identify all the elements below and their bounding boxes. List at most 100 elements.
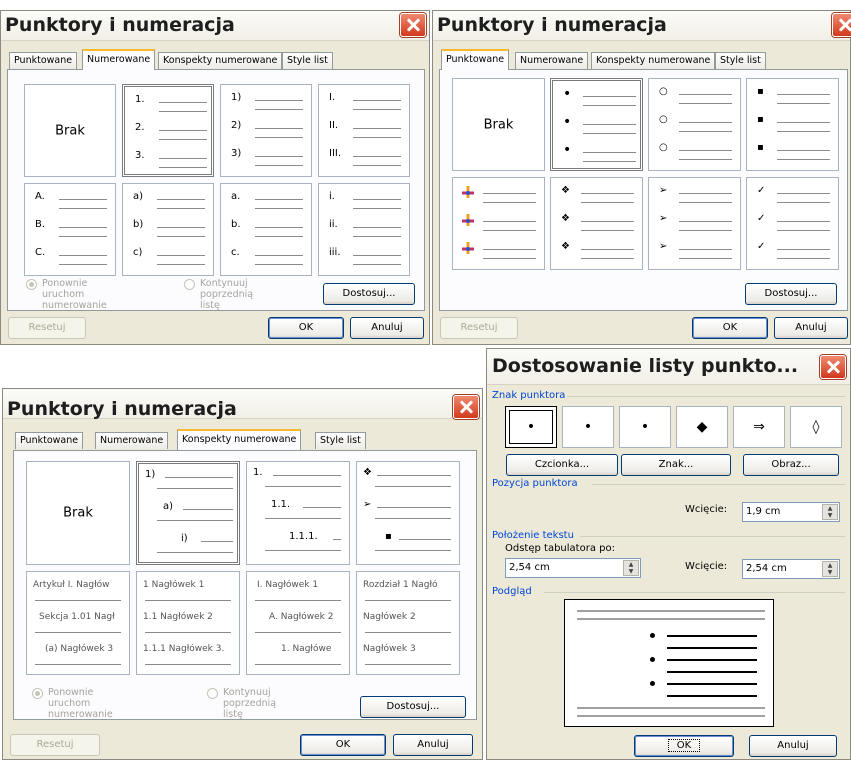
tab-numbered[interactable]: Numerowane [95,432,169,449]
none-label: Brak [63,505,93,521]
list-style-option[interactable]: 1) 2) 3) [220,84,312,177]
bullet-character-option[interactable]: • [619,406,671,448]
list-line [679,103,732,104]
tab-outline-numbered[interactable]: Konspekty numerowane [591,52,716,69]
picture-button[interactable]: Obraz... [743,454,839,476]
outline-line [145,600,231,601]
cancel-button[interactable]: Anuluj [774,317,848,339]
outline-style-option[interactable]: ❖ ➢ ▪ [356,461,460,565]
reset-button[interactable]: Resetuj [8,317,86,339]
list-style-option[interactable]: 1. 2. 3. [122,84,214,177]
outline-style-option[interactable]: 1. 1.1. 1.1.1. [246,461,350,565]
close-icon[interactable] [832,13,851,37]
cancel-button[interactable]: Anuluj [749,735,837,757]
close-icon[interactable] [453,395,479,419]
tab-outline-numbered[interactable]: Konspekty numerowane [177,429,302,450]
list-marker: iii. [329,247,341,259]
list-marker: a) [133,191,144,202]
bullet-character-option[interactable]: • [562,406,614,448]
heading-text: Artykuł I. Nagłów [33,580,110,590]
bullet-indent-stepper[interactable]: 1,9 cm ▲ ▼ [742,502,840,522]
list-style-option[interactable]: i. ii. iii. [318,183,410,276]
ok-button[interactable]: OK [634,735,734,757]
tab-list-styles[interactable]: Style list [715,52,766,69]
tab-panel: Brak 1. 2. 3. 1) 2) 3) I. II. III. A. B. C. a) b) c) a. b… [7,69,425,311]
list-marker: C. [35,247,46,259]
outline-marker: 1) [145,469,156,480]
list-style-option[interactable]: ○ ○ ○ [648,78,741,171]
outline-line [365,632,451,633]
cancel-button[interactable]: Anuluj [350,317,424,339]
outline-line [165,477,233,478]
outline-line [35,600,121,601]
dialog-title: Punktory i numeracja [5,14,235,36]
outline-line [265,518,341,519]
list-style-option[interactable]: I. II. III. [318,84,410,177]
outline-style-option[interactable]: 1) a) i) [136,461,240,565]
reset-button[interactable]: Resetuj [440,317,518,339]
heading-outline-option[interactable]: 1 Nagłówek 1 1.1 Nagłówek 2 1.1.1 Nagłówek… [136,571,240,675]
list-line [483,249,536,251]
customize-button[interactable]: Dostosuj... [745,283,837,305]
character-button[interactable]: Znak... [621,454,731,476]
title-bar: Punktory i numeracja [1,11,429,41]
list-style-none[interactable]: Brak [24,84,116,177]
tab-bulleted[interactable]: Punktowane [15,432,84,449]
tab-bulleted[interactable]: Punktowane [9,52,78,69]
tab-bulleted[interactable]: Punktowane [441,49,510,70]
list-line [157,264,205,266]
list-style-option[interactable]: a) b) c) [122,183,214,276]
list-style-option[interactable]: ✓ ✓ ✓ [746,177,839,270]
reset-button[interactable]: Resetuj [10,734,100,756]
bullet-character-option[interactable]: ◊ [790,406,842,448]
list-marker: ▪ [757,142,764,154]
spin-arrows-icon[interactable]: ▲ ▼ [623,560,639,576]
heading-text: Sekcja 1.01 Nagł [39,612,115,622]
outline-marker: 1.1.1. [289,531,318,542]
tab-outline-numbered[interactable]: Konspekty numerowane [158,52,283,69]
list-style-option[interactable]: a. b. c. [220,183,312,276]
cancel-button[interactable]: Anuluj [393,734,473,756]
heading-outline-option[interactable]: Artykuł I. Nagłów Sekcja 1.01 Nagł (a) Nag… [26,571,130,675]
customize-button[interactable]: Dostosuj... [360,696,466,718]
list-style-option[interactable]: ➢ ➢ ➢ [648,177,741,270]
list-style-option[interactable]: ❖ ❖ ❖ [550,177,643,270]
customize-button[interactable]: Dostosuj... [323,283,415,305]
close-icon[interactable] [820,355,846,379]
ok-button[interactable]: OK [268,317,344,339]
list-line [777,103,830,104]
list-style-none[interactable]: Brak [452,78,545,171]
heading-outline-option[interactable]: I. Nagłówek 1 A. Nagłówek 2 1. Nagłówe [246,571,350,675]
tab-space-label: Odstęp tabulatora po: [505,543,615,554]
list-style-none[interactable]: Brak [26,461,130,565]
tab-list-styles[interactable]: Style list [282,52,333,69]
list-marker: ▪ [757,114,764,126]
spin-arrows-icon[interactable]: ▲ ▼ [822,561,838,577]
bullet-character-option[interactable]: ◆ [676,406,728,448]
list-style-option[interactable]: A. B. C. [24,183,116,276]
tab-numbered[interactable]: Numerowane [82,49,156,70]
outline-line [303,507,341,508]
heading-text: I. Nagłówek 1 [257,580,319,590]
ok-button[interactable]: OK [300,734,386,756]
font-button[interactable]: Czcionka... [506,454,618,476]
list-style-option[interactable] [452,177,545,270]
list-style-option[interactable]: ▪ ▪ ▪ [746,78,839,171]
text-indent-stepper[interactable]: 2,54 cm ▲ ▼ [742,559,840,579]
list-line [353,128,401,130]
heading-outline-option[interactable]: Rozdział 1 Nagłó Nagłówek 2 Nagłówek 3 [356,571,460,675]
ok-button[interactable]: OK [692,317,768,339]
list-line [483,230,536,232]
tab-space-stepper[interactable]: 2,54 cm ▲ ▼ [505,558,641,578]
bullet-character-option[interactable]: • [505,406,557,448]
list-line [159,130,207,132]
list-style-option[interactable]: • • • [550,78,643,171]
close-icon[interactable] [400,13,426,37]
spin-arrows-icon[interactable]: ▲ ▼ [822,504,838,520]
outline-line [35,632,121,633]
outline-line [157,520,233,521]
section-preview: Podgląd [492,586,845,598]
tab-numbered[interactable]: Numerowane [515,52,589,69]
bullet-character-option[interactable]: ⇒ [733,406,785,448]
tab-list-styles[interactable]: Style list [315,432,366,449]
